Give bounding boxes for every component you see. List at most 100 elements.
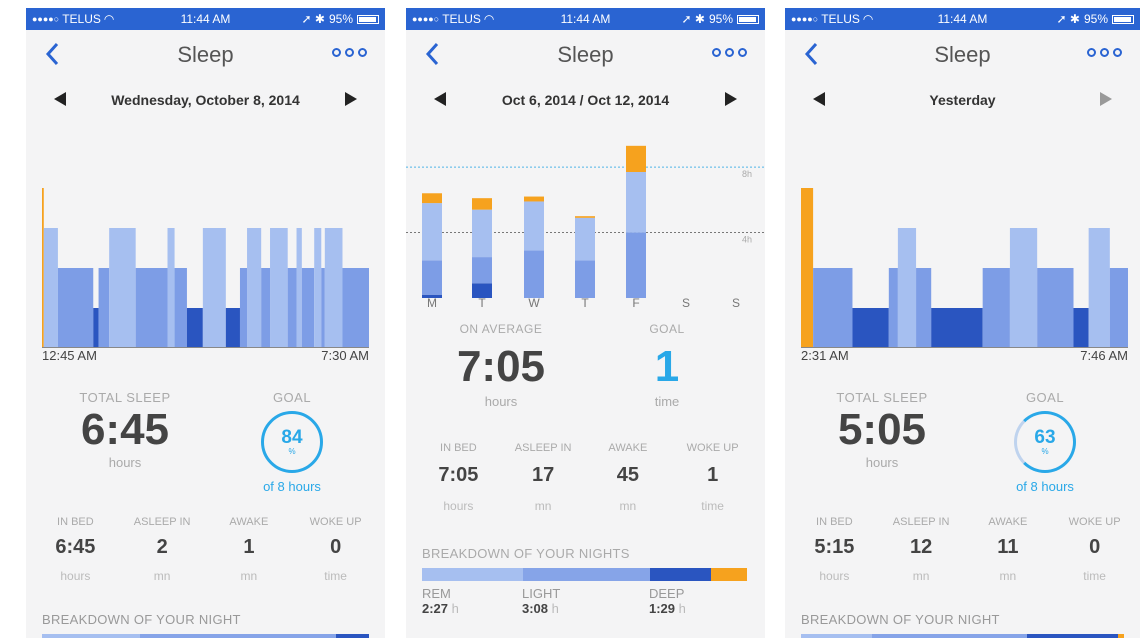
- next-day-button[interactable]: [1100, 92, 1112, 106]
- battery-percent: 95%: [708, 12, 733, 26]
- stat-value: 0: [1089, 536, 1101, 558]
- sleep-segment-light: [321, 268, 325, 348]
- status-right: ➚ ✱ 95%: [302, 12, 379, 26]
- legend-value: 3:08: [522, 601, 549, 616]
- breakdown-rem: [801, 634, 873, 638]
- average-label: ON AVERAGE: [459, 322, 543, 336]
- breakdown-legend: REM 2:27 h LIGHT 3:08 h DEEP 1:29 h: [422, 586, 747, 620]
- bar-light: [626, 232, 646, 298]
- legend-name: DEEP: [649, 586, 685, 601]
- chevron-left-icon: [45, 42, 59, 66]
- stat-in-bed: IN BED 7:05 hours: [419, 442, 497, 513]
- signal-icon: ●●●●○: [412, 14, 440, 24]
- bar-rem: [524, 201, 544, 251]
- next-day-button[interactable]: [345, 92, 357, 106]
- total-sleep: TOTAL SLEEP 5:05 hours: [827, 390, 937, 470]
- stat-unit: time: [1083, 569, 1106, 583]
- stat-asleep-in: ASLEEP IN 12 mn: [881, 516, 961, 583]
- stat-in-bed: IN BED 6:45 hours: [35, 516, 115, 583]
- carrier-group: ●●●●○ TELUS ◠: [412, 12, 494, 26]
- breakdown-awake: [1117, 634, 1124, 638]
- total-sleep-value: 5:05: [837, 405, 927, 454]
- sleep-segment-deep: [852, 308, 889, 348]
- sleep-segment-deep: [93, 308, 99, 348]
- breakdown-rem: [42, 634, 141, 638]
- breakdown-deep: [336, 634, 369, 638]
- screen-day-view: ●●●●○ TELUS ◠ 11:44 AM ➚ ✱ 95% Sleep Wed…: [26, 8, 385, 638]
- stat-label: ASLEEP IN: [514, 442, 572, 454]
- weekday-label: M: [427, 296, 437, 310]
- battery-icon: [357, 14, 379, 24]
- location-bluetooth-icon: ➚ ✱: [1056, 12, 1080, 26]
- wifi-icon: ◠: [103, 12, 115, 26]
- back-button[interactable]: [418, 40, 446, 68]
- sleep-segment-rem: [296, 228, 302, 348]
- carrier-group: ●●●●○ TELUS ◠: [791, 12, 873, 26]
- next-week-button[interactable]: [725, 92, 737, 106]
- previous-day-button[interactable]: [813, 92, 825, 106]
- carrier-label: TELUS: [821, 12, 860, 26]
- goal-label: GOAL: [272, 390, 312, 405]
- stat-value: 11: [997, 536, 1019, 558]
- sleep-segment-rem: [314, 228, 322, 348]
- screen-week-view: ●●●●○ TELUS ◠ 11:44 AM ➚ ✱ 95% Sleep Oct…: [406, 8, 765, 638]
- battery-icon: [1112, 14, 1134, 24]
- breakdown-deep: [1027, 634, 1118, 638]
- stat-value: 45: [616, 464, 639, 486]
- sleep-segment-deep: [225, 308, 240, 348]
- back-button[interactable]: [38, 40, 66, 68]
- more-options-button[interactable]: [332, 48, 367, 57]
- sleep-segment-light: [1037, 268, 1074, 348]
- stat-value: 12: [910, 536, 933, 558]
- stat-label: ASLEEP IN: [892, 516, 950, 528]
- bar-awake: [524, 196, 544, 202]
- time-end: 7:46 AM: [1080, 348, 1128, 363]
- more-options-button[interactable]: [712, 48, 747, 57]
- legend-unit: h: [551, 601, 559, 616]
- sleep-segment-light: [261, 268, 271, 348]
- stat-value: 17: [532, 464, 555, 486]
- time-axis: 12:45 AM 7:30 AM: [26, 348, 385, 363]
- bar-rem: [626, 172, 646, 233]
- bar-light: [524, 250, 544, 298]
- total-sleep-label: TOTAL SLEEP: [836, 390, 928, 405]
- stat-value: 6:45: [55, 536, 96, 558]
- average-value: 7:05: [456, 342, 546, 391]
- legend-name: LIGHT: [522, 586, 561, 601]
- carrier-group: ●●●●○ TELUS ◠: [32, 12, 114, 26]
- location-bluetooth-icon: ➚ ✱: [681, 12, 705, 26]
- weekly-sleep-chart: 8h 4h: [406, 145, 765, 298]
- sleep-segment-light: [57, 268, 94, 348]
- bar-rem: [575, 217, 595, 261]
- sleep-segment-light: [174, 268, 187, 348]
- breakdown-deep: [649, 568, 712, 581]
- sleep-segment-light: [916, 268, 932, 348]
- total-sleep-label: TOTAL SLEEP: [79, 390, 171, 405]
- bar-rem: [422, 203, 442, 261]
- sleep-segment-rem: [897, 228, 917, 348]
- goal: GOAL 63 % of 8 hours: [995, 390, 1095, 494]
- more-options-button[interactable]: [1087, 48, 1122, 57]
- carrier-label: TELUS: [62, 12, 101, 26]
- sleep-segment-rem: [247, 228, 262, 348]
- stat-label: ASLEEP IN: [133, 516, 191, 528]
- back-button[interactable]: [797, 40, 825, 68]
- sleep-segment-light: [982, 268, 1010, 348]
- legend-rem: REM 2:27 h: [422, 586, 459, 616]
- stat-unit: time: [324, 569, 347, 583]
- stat-unit: mn: [534, 499, 552, 513]
- bar-awake: [575, 216, 595, 218]
- stat-value: 5:15: [814, 536, 855, 558]
- stat-awake: AWAKE 1 mn: [209, 516, 289, 583]
- bar-light: [575, 260, 595, 298]
- status-bar: ●●●●○ TELUS ◠ 11:44 AM ➚ ✱ 95%: [26, 8, 385, 30]
- stat-woke-up: WOKE UP 1 time: [674, 442, 752, 513]
- sleep-segment-light: [135, 268, 168, 348]
- goal-label: GOAL: [1025, 390, 1065, 405]
- previous-day-button[interactable]: [54, 92, 66, 106]
- legend-light: LIGHT 3:08 h: [522, 586, 560, 616]
- stat-unit: hours: [60, 569, 91, 583]
- previous-week-button[interactable]: [434, 92, 446, 106]
- stat-value: 1: [243, 536, 255, 558]
- wifi-icon: ◠: [862, 12, 874, 26]
